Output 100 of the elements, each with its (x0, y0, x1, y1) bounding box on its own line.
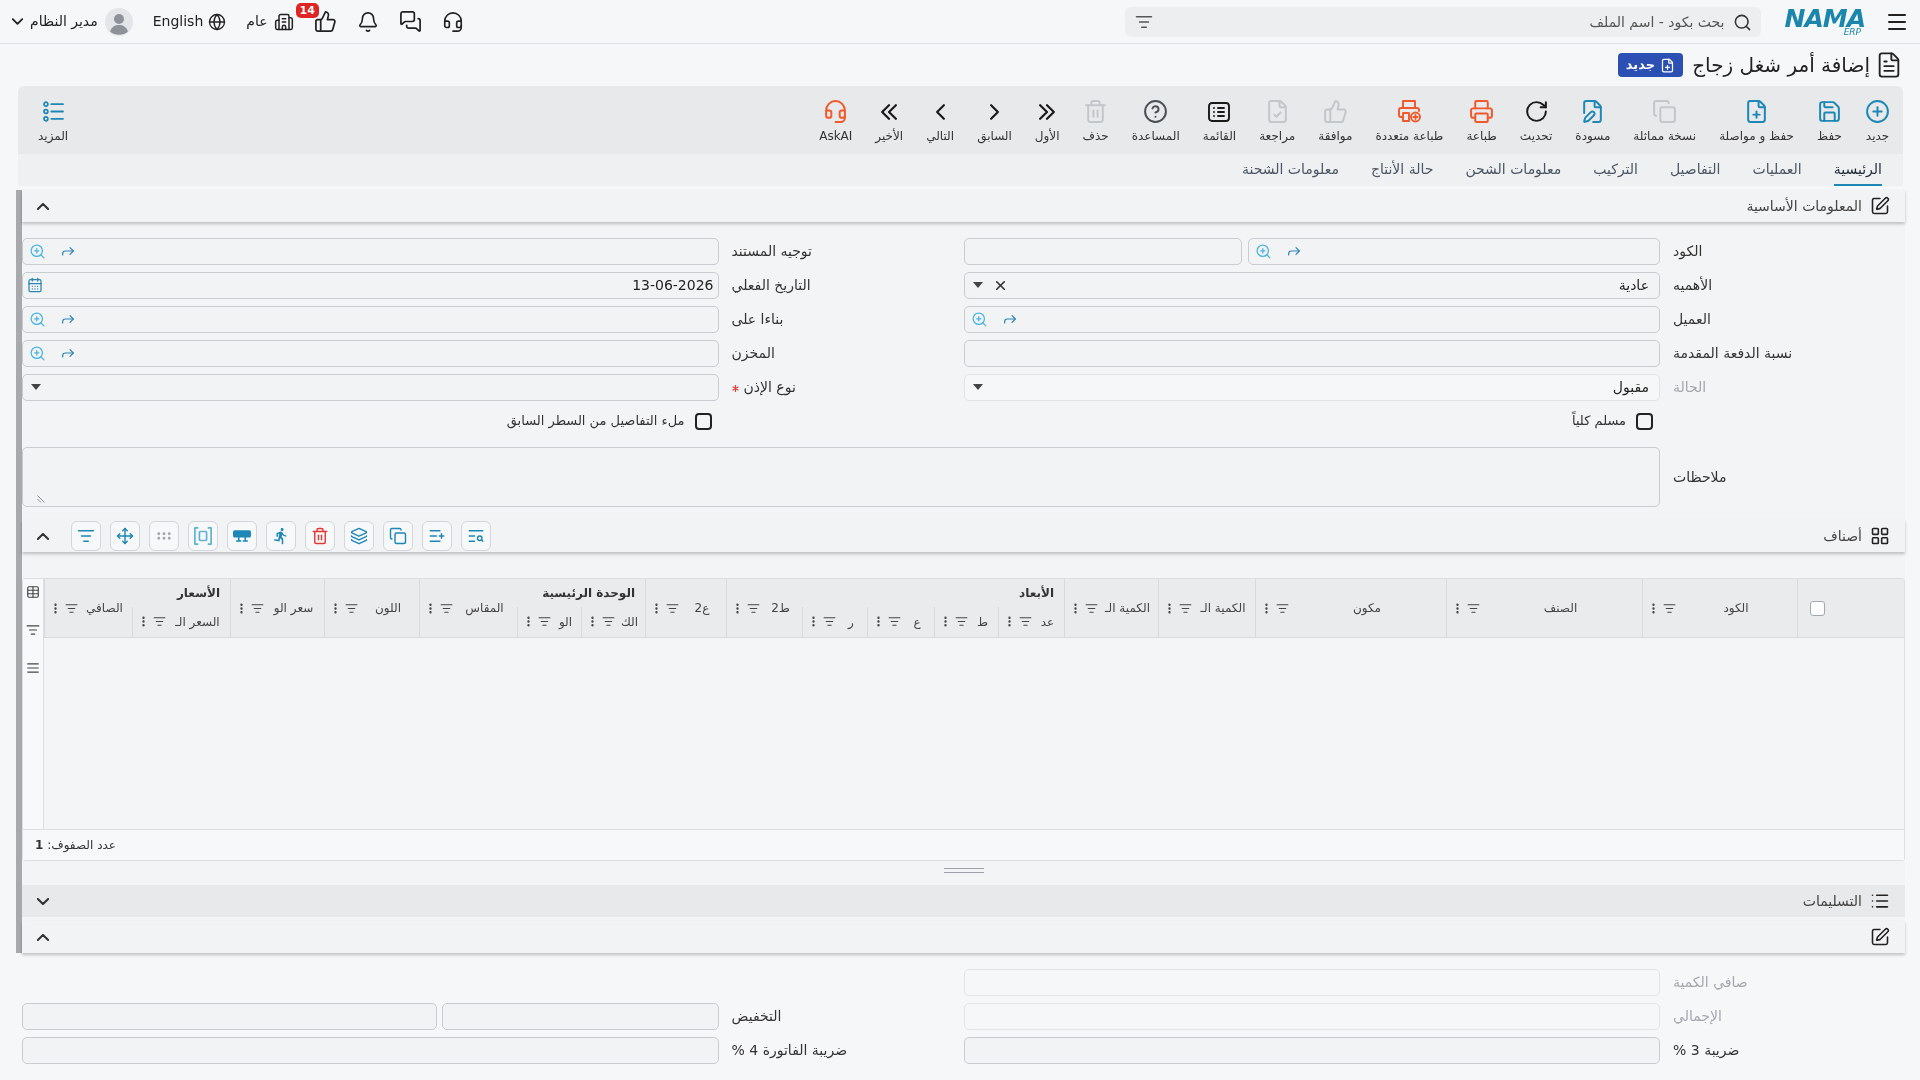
calendar-icon[interactable] (27, 277, 43, 293)
input-field[interactable] (441, 1002, 719, 1030)
table-icon[interactable] (26, 585, 40, 599)
column-header[interactable]: الكود (1723, 599, 1749, 617)
lookup-field[interactable] (1247, 237, 1660, 265)
lookup-field[interactable] (22, 237, 719, 265)
tab[interactable]: التركيب (1593, 154, 1638, 186)
filter-icon[interactable] (1467, 601, 1480, 615)
column-header[interactable]: ط2 (771, 599, 790, 617)
lookup-field[interactable] (963, 305, 1660, 333)
tab[interactable]: حالة الأنتاج (1370, 154, 1434, 186)
caret-down-icon[interactable] (31, 384, 41, 390)
toolbar-button[interactable]: حفظ (1810, 86, 1849, 154)
column-header[interactable]: الك (620, 612, 639, 631)
checkbox[interactable] (1810, 600, 1825, 616)
filter-icon[interactable] (888, 615, 901, 629)
checkbox[interactable] (694, 412, 712, 430)
toolbar-button[interactable]: طباعة متعددة (1368, 86, 1451, 154)
chevron-up-icon[interactable] (37, 202, 49, 210)
grid-tool-button[interactable] (422, 521, 452, 551)
tab[interactable]: العمليات (1752, 154, 1802, 186)
toolbar-button[interactable]: مسودة (1568, 86, 1618, 154)
input-field[interactable] (22, 1002, 437, 1030)
filter-icon[interactable] (1179, 601, 1192, 615)
grid-tool-button[interactable] (344, 521, 374, 551)
filter-icon[interactable] (602, 615, 615, 629)
search-icon[interactable] (1732, 12, 1752, 32)
toolbar-button[interactable]: الأخير (868, 86, 911, 154)
chevron-up-icon[interactable] (37, 933, 49, 941)
more-button[interactable]: المزيد (30, 86, 77, 154)
filter-icon[interactable] (65, 601, 78, 615)
company-button[interactable]: عام (246, 11, 294, 32)
bell-icon[interactable] (356, 10, 379, 33)
column-header[interactable]: ر (848, 612, 854, 631)
column-header[interactable]: اللون (375, 599, 401, 617)
grid-tool-button[interactable] (383, 521, 413, 551)
select-field[interactable] (22, 373, 719, 401)
toolbar-button[interactable]: طباعة (1459, 86, 1504, 154)
checkbox[interactable] (1636, 412, 1653, 430)
column-header[interactable]: سعر الو (273, 599, 314, 617)
caret-down-icon[interactable] (972, 282, 983, 288)
filter-icon[interactable] (1085, 601, 1098, 615)
grid-tool-button[interactable] (305, 521, 335, 551)
toolbar-button[interactable]: التالي (919, 86, 962, 154)
toolbar-button[interactable]: تحديث (1512, 86, 1560, 154)
toolbar-button[interactable]: الأول (1027, 86, 1067, 154)
grid-tool-button[interactable] (266, 521, 296, 551)
toolbar-button[interactable]: السابق (970, 86, 1019, 154)
input-field[interactable] (963, 237, 1242, 265)
date-field[interactable]: 13-06-2026 (22, 271, 719, 299)
headset-icon[interactable] (441, 10, 464, 33)
toolbar-button[interactable]: AskAI (812, 86, 860, 154)
column-header[interactable]: المقاس (465, 599, 504, 617)
column-header[interactable]: السعر الـ (175, 612, 220, 631)
toolbar-button[interactable]: حفظ و مواصلة (1712, 86, 1801, 154)
filter-icon[interactable] (1276, 601, 1289, 615)
tab[interactable]: التفاصيل (1670, 154, 1721, 186)
column-header[interactable]: الصنف (1543, 599, 1578, 617)
grid-tool-button[interactable] (110, 521, 140, 551)
input-field[interactable] (963, 1036, 1660, 1064)
tab[interactable]: معلومات الشحنة (1242, 154, 1339, 186)
tab[interactable]: معلومات الشحن (1465, 154, 1562, 186)
column-header[interactable]: الو (558, 612, 573, 631)
column-header[interactable]: ع2 (694, 599, 710, 617)
lookup-field[interactable] (22, 339, 719, 367)
filter-icon[interactable] (26, 623, 40, 637)
toolbar-button[interactable]: جديد (1858, 86, 1897, 154)
input-field[interactable] (22, 1036, 719, 1064)
column-header[interactable]: ط (976, 612, 989, 631)
grid-tool-button[interactable] (71, 521, 101, 551)
filter-icon[interactable] (251, 601, 264, 615)
select-field[interactable]: عادية (963, 271, 1660, 299)
chevron-down-icon[interactable] (37, 897, 49, 905)
filter-icon[interactable] (1663, 601, 1676, 615)
search-field[interactable]: بحث بكود - اسم الملف (1124, 6, 1761, 37)
user-menu-button[interactable]: مدير النظام (12, 7, 133, 36)
filter-icon[interactable] (538, 615, 551, 629)
language-button[interactable]: English (152, 11, 227, 32)
textarea-field[interactable] (22, 447, 1660, 507)
toolbar-button[interactable]: المساعدة (1124, 86, 1187, 154)
column-header[interactable]: الكمية الـ (1200, 599, 1246, 617)
chevron-up-icon[interactable] (37, 532, 49, 540)
menu-lines-icon[interactable] (26, 661, 40, 675)
column-header[interactable]: الكمية الـ (1105, 599, 1150, 617)
grid-tool-button[interactable] (227, 521, 257, 551)
lookup-field[interactable] (22, 305, 719, 333)
resize-grip-icon[interactable] (37, 495, 45, 503)
thumbs-up-icon[interactable] (313, 10, 337, 33)
chat-bubbles-icon[interactable] (398, 10, 422, 33)
toolbar-button[interactable]: القائمة (1195, 86, 1244, 154)
column-header[interactable]: عد (1040, 612, 1055, 631)
input-field[interactable] (963, 339, 1660, 367)
filter-icon[interactable] (666, 601, 679, 615)
filter-icon[interactable] (955, 615, 968, 629)
column-header[interactable]: مكون (1352, 599, 1382, 617)
grid-tool-button[interactable] (461, 521, 491, 551)
column-header[interactable]: ع (913, 612, 921, 631)
filter-icon[interactable] (153, 615, 166, 629)
column-header[interactable]: الصافي (86, 599, 123, 617)
resize-handle[interactable] (943, 867, 984, 873)
